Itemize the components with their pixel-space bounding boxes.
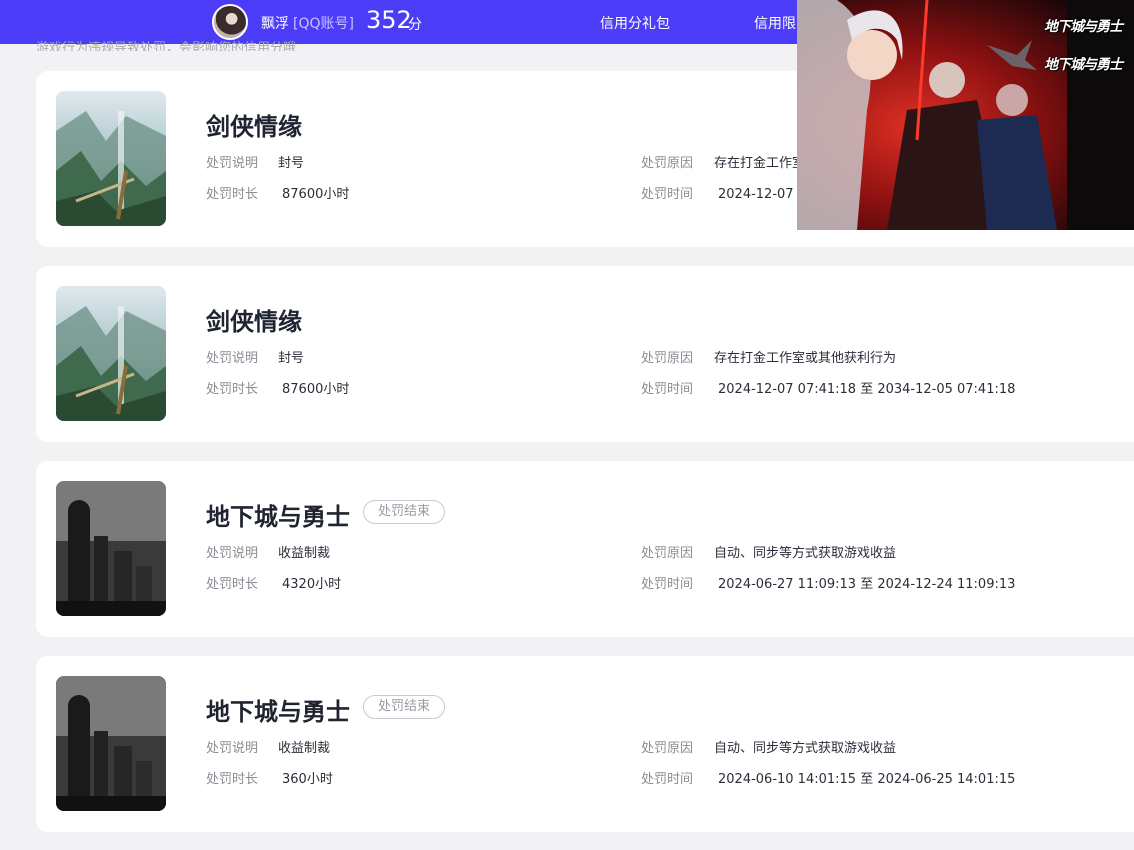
game-ad-banner[interactable]: 地下城与勇士 地下城与勇士 [797,0,1134,230]
penalty-time-value: 2024-06-10 14:01:15 至 2024-06-25 14:01:1… [718,772,1016,787]
game-title: 剑侠情缘 [206,308,302,336]
penalty-duration-value: 4320小时 [282,577,342,592]
status-badge: 处罚结束 [363,695,446,719]
account-type: [QQ账号] [293,16,354,32]
user-avatar[interactable] [212,4,248,40]
username: 飘浮 [261,16,289,32]
penalty-desc-label: 处罚说明 [206,156,259,171]
penalty-duration-value: 87600小时 [282,187,350,202]
penalty-duration-value: 87600小时 [282,382,350,397]
penalty-desc-label: 处罚说明 [206,741,259,756]
penalty-record-card: 地下城与勇士 处罚结束 处罚说明 收益制裁 处罚时长 360小时 处罚原因 自动… [36,656,1134,832]
penalty-desc-value: 收益制裁 [278,741,331,756]
penalty-duration-value: 360小时 [282,772,333,787]
game-title: 剑侠情缘 [206,113,302,141]
game-title: 地下城与勇士 [206,503,350,531]
credit-score-unit: 分 [408,17,422,33]
penalty-desc-value: 收益制裁 [278,546,331,561]
game-thumbnail-jianxia [56,286,166,421]
penalty-desc-label: 处罚说明 [206,351,259,366]
penalty-time-value: 2024-12-07 07:41:18 至 2034-12-05 07:41:1… [718,382,1016,397]
penalty-reason-value: 存在打金工作室或其他获利行为 [714,351,897,366]
penalty-desc-value: 封号 [278,156,305,171]
penalty-record-card: 剑侠情缘 处罚说明 封号 处罚时长 87600小时 处罚原因 存在打金工作室或其… [36,266,1134,442]
penalty-time-label: 处罚时间 [641,187,694,202]
penalty-time-label: 处罚时间 [641,772,694,787]
credit-score: 352 [366,6,412,34]
penalty-reason-value: 自动、同步等方式获取游戏收益 [714,546,897,561]
nav-credit-limit[interactable]: 信用限 [754,13,798,33]
status-badge: 处罚结束 [363,500,446,524]
game-thumbnail-dnf [56,481,166,616]
penalty-time-label: 处罚时间 [641,577,694,592]
penalty-reason-label: 处罚原因 [641,546,694,561]
page-subtitle: 游戏行为违规导致处罚，会影响您的信用分哦 [36,41,297,51]
game-title: 地下城与勇士 [206,698,350,726]
ad-logo-top: 地下城与勇士 [1044,19,1123,35]
penalty-duration-label: 处罚时长 [206,382,259,397]
penalty-time-value: 2024-06-27 11:09:13 至 2024-12-24 11:09:1… [718,577,1016,592]
penalty-duration-label: 处罚时长 [206,772,259,787]
penalty-reason-label: 处罚原因 [641,156,694,171]
penalty-reason-value: 自动、同步等方式获取游戏收益 [714,741,897,756]
penalty-reason-label: 处罚原因 [641,741,694,756]
game-thumbnail-jianxia [56,91,166,226]
penalty-duration-label: 处罚时长 [206,187,259,202]
penalty-reason-label: 处罚原因 [641,351,694,366]
penalty-duration-label: 处罚时长 [206,577,259,592]
penalty-desc-label: 处罚说明 [206,546,259,561]
penalty-desc-value: 封号 [278,351,305,366]
ad-logo-bottom: 地下城与勇士 [1044,57,1123,73]
nav-credit-gift[interactable]: 信用分礼包 [600,13,670,33]
game-thumbnail-dnf [56,676,166,811]
penalty-record-card: 地下城与勇士 处罚结束 处罚说明 收益制裁 处罚时长 4320小时 处罚原因 自… [36,461,1134,637]
penalty-time-label: 处罚时间 [641,382,694,397]
